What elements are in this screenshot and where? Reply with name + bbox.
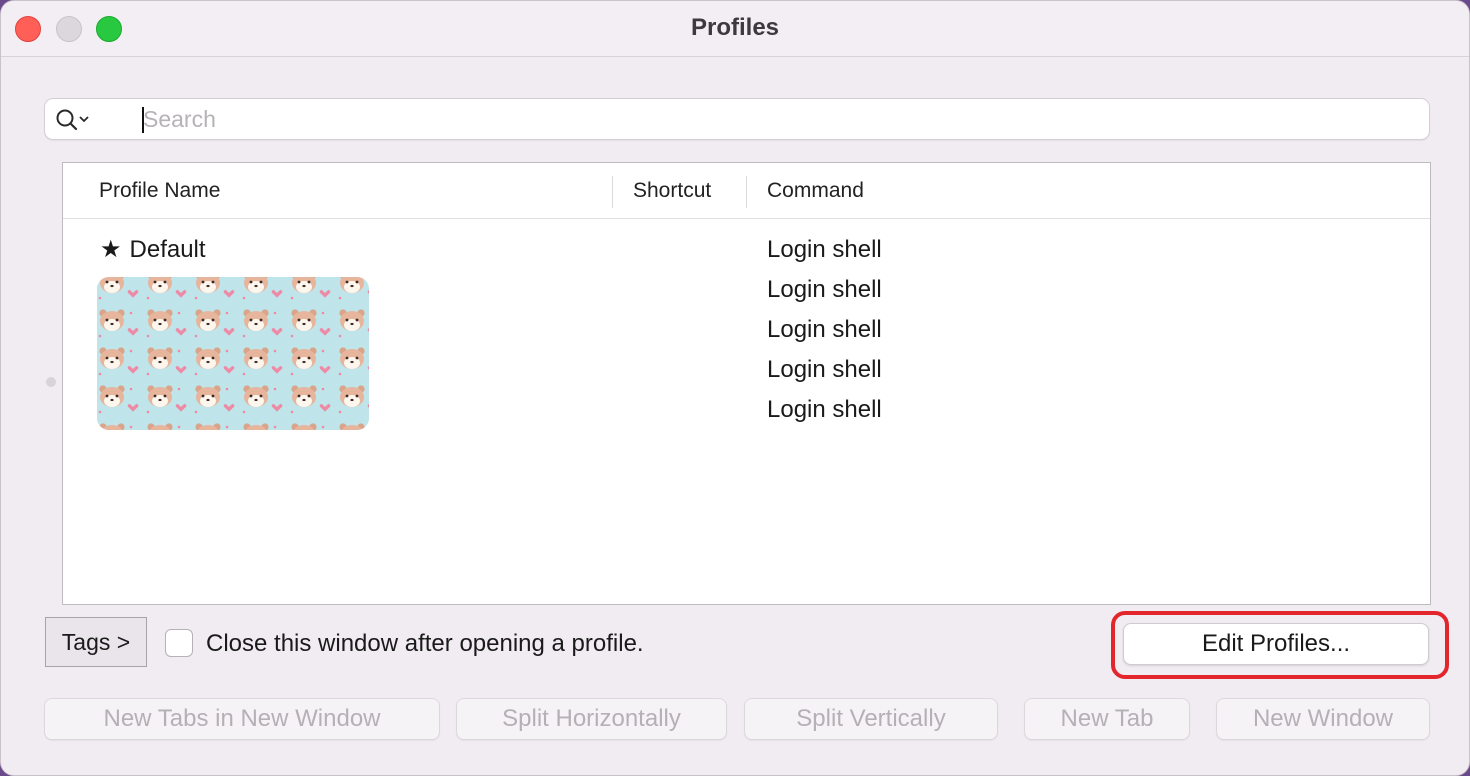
profile-command: Login shell (767, 236, 882, 263)
column-divider[interactable] (612, 176, 613, 208)
new-tabs-in-new-window-button[interactable]: New Tabs in New Window (44, 698, 440, 740)
table-row-command[interactable]: Login shell (767, 356, 882, 384)
profiles-table[interactable]: Profile Name Shortcut Command ★ Default … (62, 162, 1431, 605)
column-header-command[interactable]: Command (767, 179, 864, 203)
new-tab-button[interactable]: New Tab (1024, 698, 1190, 740)
table-row-default[interactable]: ★ Default (100, 236, 206, 264)
search-icon[interactable] (55, 108, 95, 132)
close-after-open-label[interactable]: Close this window after opening a profil… (206, 630, 644, 658)
edit-profiles-button[interactable]: Edit Profiles... (1123, 623, 1429, 665)
profiles-window: Profiles Profile Name Shortcut Command ★… (0, 0, 1470, 776)
title-bar: Profiles (1, 1, 1469, 57)
column-divider[interactable] (746, 176, 747, 208)
table-header: Profile Name Shortcut Command (63, 163, 1430, 219)
tags-button[interactable]: Tags > (45, 617, 147, 667)
resize-handle[interactable] (46, 377, 56, 387)
split-horizontally-button[interactable]: Split Horizontally (456, 698, 727, 740)
profile-name: Default (129, 236, 206, 263)
search-field[interactable] (44, 98, 1430, 140)
window-title: Profiles (690, 14, 780, 41)
table-row-command[interactable]: Login shell (767, 396, 882, 424)
table-row-command[interactable]: Login shell (767, 276, 882, 304)
profile-background-thumbnail[interactable] (97, 277, 369, 430)
column-header-shortcut[interactable]: Shortcut (633, 179, 711, 203)
bear-pattern-image (97, 277, 369, 430)
star-icon: ★ (100, 236, 122, 263)
table-row-command[interactable]: Login shell (767, 316, 882, 344)
close-after-open-checkbox[interactable] (165, 629, 193, 657)
split-vertically-button[interactable]: Split Vertically (744, 698, 998, 740)
new-window-button[interactable]: New Window (1216, 698, 1430, 740)
search-input[interactable] (143, 104, 1413, 134)
column-header-profile-name[interactable]: Profile Name (99, 179, 220, 203)
